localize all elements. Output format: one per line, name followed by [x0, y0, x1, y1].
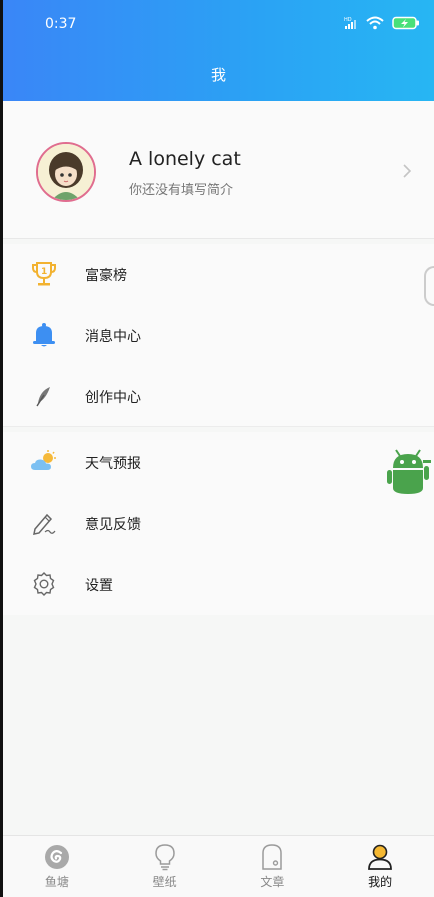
nav-tab-mine[interactable]: 我的	[326, 836, 434, 897]
menu-label: 设置	[85, 577, 113, 594]
status-icons: HD	[344, 14, 420, 34]
menu-group-2: 天气预报 意见反馈 设置	[3, 432, 434, 615]
android-float-icon[interactable]	[383, 446, 433, 500]
article-icon	[259, 844, 285, 870]
feather-icon	[30, 382, 58, 410]
menu-label: 天气预报	[85, 455, 141, 472]
menu-item-settings[interactable]: 设置	[3, 554, 434, 615]
menu-group-1: 1 富豪榜 消息中心 创作中心	[3, 244, 434, 427]
nav-label: 壁纸	[152, 875, 177, 889]
menu-item-messages[interactable]: 消息中心	[3, 305, 434, 366]
profile-name: A lonely cat	[129, 148, 241, 170]
nav-label: 我的	[368, 875, 393, 889]
edge-scroll-handle[interactable]	[424, 266, 434, 306]
hd-signal-icon: HD	[344, 15, 358, 34]
app-screen: 0:37 HD 我 A lonely cat 你还没有填写简介 1 富豪榜 消息…	[0, 0, 434, 897]
fishpond-icon	[44, 844, 70, 870]
menu-item-feedback[interactable]: 意见反馈	[3, 493, 434, 554]
feedback-pen-icon	[30, 509, 58, 537]
chevron-right-icon	[402, 163, 412, 183]
page-title: 我	[210, 66, 226, 84]
bulb-icon	[152, 844, 178, 871]
bottom-nav: 鱼塘 壁纸 文章 我的	[3, 835, 434, 897]
nav-label: 鱼塘	[44, 875, 69, 889]
menu-label: 消息中心	[85, 328, 141, 345]
profile-icon	[367, 844, 393, 870]
bell-icon	[30, 321, 58, 349]
gear-icon	[30, 570, 58, 598]
trophy-icon: 1	[30, 260, 58, 288]
svg-text:1: 1	[41, 267, 47, 277]
menu-label: 富豪榜	[85, 267, 127, 284]
nav-tab-fishpond[interactable]: 鱼塘	[3, 836, 111, 897]
menu-item-creation[interactable]: 创作中心	[3, 366, 434, 427]
status-time: 0:37	[45, 16, 77, 32]
header: 0:37 HD 我	[3, 0, 434, 101]
menu-item-weather[interactable]: 天气预报	[3, 432, 434, 493]
menu-item-leaderboard[interactable]: 1 富豪榜	[3, 244, 434, 305]
svg-text:HD: HD	[344, 17, 352, 23]
nav-tab-article[interactable]: 文章	[219, 836, 327, 897]
battery-icon	[392, 15, 420, 34]
profile-bio: 你还没有填写简介	[129, 183, 234, 198]
wifi-icon	[366, 15, 384, 34]
profile-card[interactable]: A lonely cat 你还没有填写简介	[3, 101, 434, 239]
nav-tab-wallpaper[interactable]: 壁纸	[111, 836, 219, 897]
weather-icon	[30, 448, 58, 476]
menu-label: 创作中心	[85, 389, 141, 406]
menu-label: 意见反馈	[85, 516, 141, 533]
avatar[interactable]	[36, 142, 96, 202]
nav-label: 文章	[260, 875, 285, 889]
